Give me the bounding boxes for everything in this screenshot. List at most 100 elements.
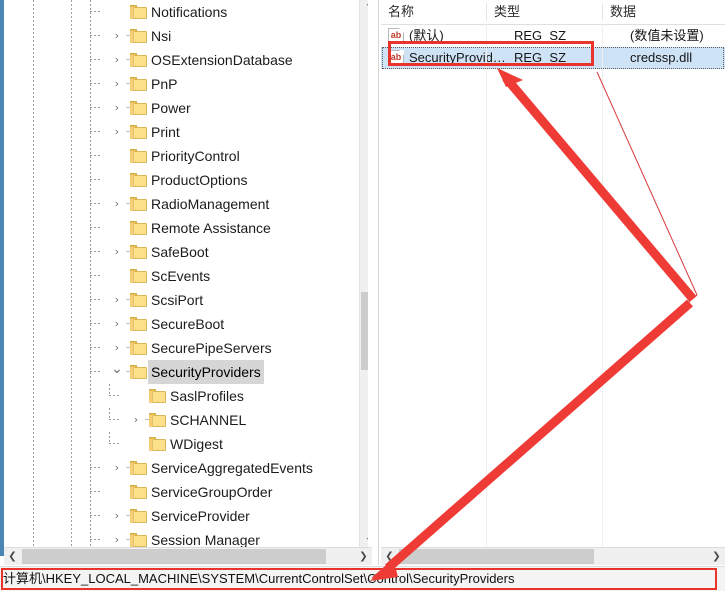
scroll-right-icon[interactable]: ❯ — [355, 548, 372, 565]
tree-item-label: SCHANNEL — [170, 412, 247, 428]
tree-item-schannel[interactable]: › SCHANNEL — [4, 408, 368, 432]
chevron-right-icon[interactable]: › — [109, 72, 125, 96]
scroll-left-icon[interactable]: ❮ — [4, 548, 21, 565]
scroll-right-icon[interactable]: ❯ — [708, 548, 725, 565]
registry-value-list[interactable]: 名称 类型 数据 ab (默认) REG_SZ (数值未设置) ab SecurityPr… — [381, 0, 725, 547]
tree-item-safeboot[interactable]: › SafeBoot — [4, 240, 368, 264]
chevron-down-icon[interactable]: ⌄ — [109, 360, 125, 384]
tree-connector — [109, 419, 119, 420]
chevron-right-icon[interactable]: › — [109, 48, 125, 72]
tree-item-productoptions[interactable]: ProductOptions — [4, 168, 368, 192]
tree-connector — [90, 491, 100, 492]
tree-item-session-manager[interactable]: › Session Manager — [4, 528, 368, 547]
column-header-type[interactable]: 类型 — [487, 0, 602, 24]
tree-connector — [90, 131, 100, 132]
chevron-right-icon[interactable]: › — [128, 408, 144, 432]
tree-item-label: PnP — [151, 76, 178, 92]
tree-item-remote-assistance[interactable]: Remote Assistance — [4, 216, 368, 240]
scroll-down-icon[interactable]: ⌄ — [360, 530, 368, 547]
tree-connector — [90, 299, 100, 300]
tree-connector — [90, 59, 100, 60]
chevron-right-icon[interactable]: › — [109, 528, 125, 547]
tree-item-scsiport[interactable]: › ScsiPort — [4, 288, 368, 312]
column-header-data[interactable]: 数据 — [603, 0, 725, 24]
folder-icon — [130, 269, 147, 283]
tree-connector — [109, 443, 119, 444]
tree-item-label: WDigest — [170, 436, 223, 452]
registry-path-highlight — [1, 568, 717, 590]
folder-icon — [130, 29, 147, 43]
column-header-name[interactable]: 名称 — [381, 0, 486, 24]
chevron-right-icon[interactable]: › — [109, 24, 125, 48]
tree-item-nsi[interactable]: › Nsi — [4, 24, 368, 48]
folder-icon — [130, 365, 147, 379]
folder-icon — [130, 77, 147, 91]
tree-item-serviceaggregatedevents[interactable]: › ServiceAggregatedEvents — [4, 456, 368, 480]
tree-item-servicegrouporder[interactable]: ServiceGroupOrder — [4, 480, 368, 504]
tree-connector — [90, 227, 100, 228]
folder-icon — [130, 125, 147, 139]
tree-item-radiomanagement[interactable]: › RadioManagement — [4, 192, 368, 216]
tree-connector — [90, 371, 100, 372]
tree-item-label: Nsi — [151, 28, 172, 44]
chevron-right-icon[interactable]: › — [109, 96, 125, 120]
tree-connector — [90, 107, 100, 108]
scroll-up-icon[interactable]: ⌃ — [360, 0, 368, 17]
tree-item-label: ProductOptions — [151, 172, 248, 188]
tree-item-prioritycontrol[interactable]: PriorityControl — [4, 144, 368, 168]
folder-icon — [130, 533, 147, 547]
tree-item-secureboot[interactable]: › SecureBoot — [4, 312, 368, 336]
folder-icon — [130, 221, 147, 235]
chevron-right-icon[interactable]: › — [109, 240, 125, 264]
tree-item-print[interactable]: › Print — [4, 120, 368, 144]
folder-icon — [130, 461, 147, 475]
list-horizontal-scrollbar[interactable]: ❮ ❯ — [381, 547, 725, 565]
chevron-right-icon[interactable]: › — [109, 192, 125, 216]
chevron-right-icon[interactable]: › — [109, 336, 125, 360]
tree-item-label: ScsiPort — [151, 292, 204, 308]
tree-connector — [90, 203, 100, 204]
tree-item-power[interactable]: › Power — [4, 96, 368, 120]
tree-item-pnp[interactable]: › PnP — [4, 72, 368, 96]
folder-icon — [149, 437, 166, 451]
tree-item-label: ServiceProvider — [151, 508, 250, 524]
tree-item-osextensiondatabase[interactable]: › OSExtensionDatabase — [4, 48, 368, 72]
registry-key-tree[interactable]: Notifications › Nsi › OSExtensionDatabase › Pn… — [4, 0, 368, 547]
folder-icon — [130, 101, 147, 115]
tree-scroll-area: Notifications › Nsi › OSExtensionDatabase › Pn… — [4, 0, 368, 547]
tree-item-securepipeservers[interactable]: › SecurePipeServers — [4, 336, 368, 360]
tree-vertical-scrollbar[interactable]: ⌃ ⌄ — [359, 0, 368, 547]
tree-vertical-scroll-thumb[interactable] — [361, 292, 368, 370]
tree-item-serviceprovider[interactable]: › ServiceProvider — [4, 504, 368, 528]
chevron-right-icon[interactable]: › — [109, 120, 125, 144]
tree-item-label: SecureBoot — [151, 316, 225, 332]
folder-icon — [130, 317, 147, 331]
tree-connector — [90, 347, 100, 348]
chevron-right-icon[interactable]: › — [109, 288, 125, 312]
tree-item-label: OSExtensionDatabase — [151, 52, 293, 68]
value-cell-data: credssp.dll — [630, 50, 693, 65]
tree-connector — [109, 395, 119, 396]
folder-icon — [130, 485, 147, 499]
tree-item-scevents[interactable]: ScEvents — [4, 264, 368, 288]
tree-item-label: PriorityControl — [151, 148, 240, 164]
tree-item-saslprofiles[interactable]: SaslProfiles — [4, 384, 368, 408]
grid-line — [602, 24, 603, 547]
tree-item-securityproviders[interactable]: ⌄ SecurityProviders — [4, 360, 368, 384]
chevron-right-icon[interactable]: › — [109, 504, 125, 528]
tree-item-notifications[interactable]: Notifications — [4, 0, 368, 24]
page-fold-corner — [399, 28, 404, 33]
tree-item-wdigest[interactable]: WDigest — [4, 432, 368, 456]
tree-item-label: SaslProfiles — [170, 388, 244, 404]
tree-item-label: SafeBoot — [151, 244, 209, 260]
list-horizontal-scroll-thumb[interactable] — [399, 549, 594, 564]
folder-icon — [149, 389, 166, 403]
tree-horizontal-scroll-thumb[interactable] — [22, 549, 326, 564]
scroll-left-icon[interactable]: ❮ — [381, 548, 398, 565]
chevron-right-icon[interactable]: › — [109, 312, 125, 336]
chevron-right-icon[interactable]: › — [109, 456, 125, 480]
folder-icon — [130, 197, 147, 211]
tree-horizontal-scrollbar[interactable]: ❮ ❯ — [4, 547, 372, 565]
tree-connector — [90, 275, 100, 276]
selected-value-row-highlight — [388, 41, 594, 66]
